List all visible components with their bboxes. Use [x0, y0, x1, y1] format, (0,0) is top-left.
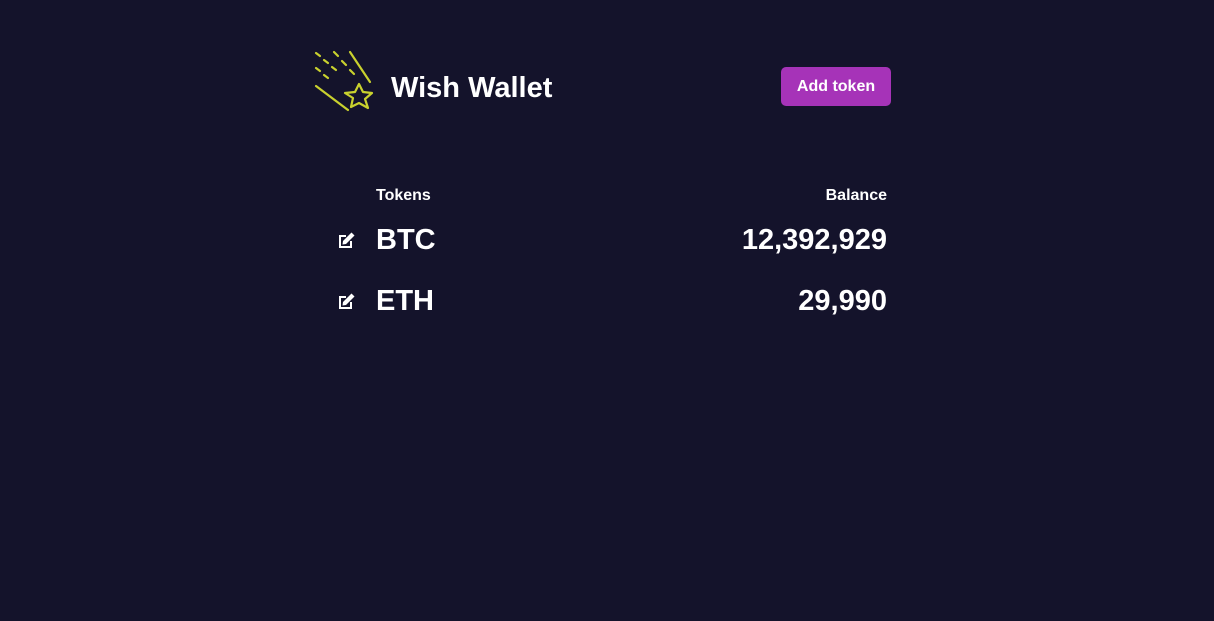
table-row: ETH 29,990	[334, 269, 887, 330]
app-root: Wish Wallet Add token Tokens Balance BTC…	[0, 0, 1214, 621]
table-row: BTC 12,392,929	[334, 208, 887, 269]
app-header: Wish Wallet Add token	[314, 50, 891, 122]
app-title: Wish Wallet	[391, 72, 553, 104]
token-balance: 29,990	[798, 285, 887, 317]
add-token-button[interactable]: Add token	[781, 67, 891, 106]
edit-icon[interactable]	[336, 231, 356, 251]
table-header: Tokens Balance	[334, 184, 887, 208]
token-balance: 12,392,929	[741, 224, 887, 256]
column-header-tokens: Tokens	[376, 187, 431, 204]
token-table: Tokens Balance BTC 12,392,929 ETH 29,990	[334, 184, 887, 330]
token-name: ETH	[376, 285, 434, 317]
edit-icon[interactable]	[336, 292, 356, 312]
shooting-star-icon	[314, 50, 382, 118]
token-name: BTC	[376, 224, 436, 256]
column-header-balance: Balance	[825, 187, 887, 204]
